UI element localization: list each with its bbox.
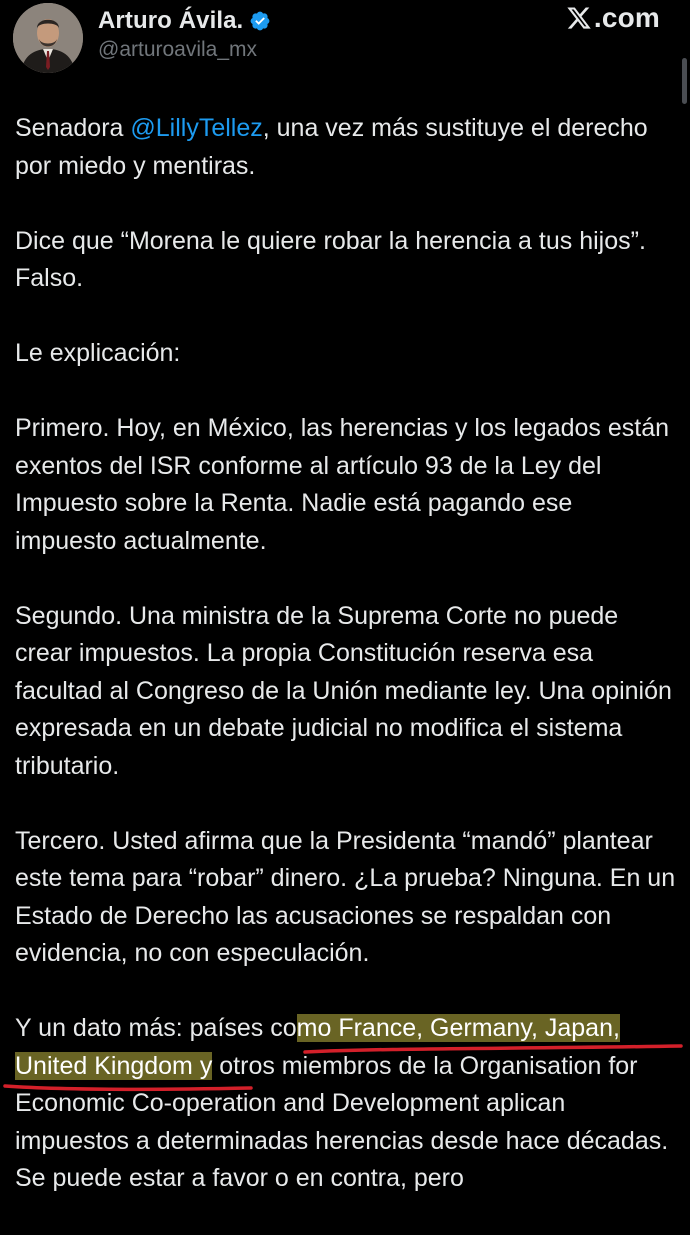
tweet-body: Senadora @LillyTellez, una vez más susti… [3, 110, 683, 1235]
paragraph-intro: Senadora @LillyTellez, una vez más susti… [15, 110, 677, 185]
paragraph-second-point: Segundo. Una ministra de la Suprema Cort… [15, 601, 672, 780]
paragraph-first-point: Primero. Hoy, en México, las herencias y… [15, 414, 670, 555]
scrollbar[interactable] [682, 58, 687, 104]
brand-text: .com [593, 2, 660, 33]
name-row: Arturo Ávila. [98, 7, 271, 35]
paragraph-extra-fact: Y un dato más: países como France, Germa… [3, 1010, 683, 1198]
avatar-photo [13, 3, 83, 73]
display-name[interactable]: Arturo Ávila. [98, 7, 243, 35]
red-underline-annotation [303, 1044, 683, 1054]
paragraph-claim: Dice que “Morena le quiere robar la here… [15, 226, 646, 293]
extra-fact-start: Y un dato más: países co [15, 1014, 297, 1042]
verified-badge-icon [249, 10, 271, 32]
x-logo-icon [566, 5, 592, 31]
paragraph-explanation-heading: Le explicación: [15, 339, 181, 367]
user-handle[interactable]: @arturoavila_mx [98, 38, 257, 62]
brand-watermark: .com [566, 2, 660, 34]
red-underline-annotation [3, 1084, 253, 1092]
mention-link[interactable]: @LillyTellez [130, 114, 262, 142]
paragraph-third-point: Tercero. Usted afirma que la Presidenta … [15, 826, 676, 968]
tweet-header: Arturo Ávila. @arturoavila_mx .com [0, 0, 690, 104]
intro-prefix: Senadora [15, 114, 131, 142]
avatar[interactable] [13, 3, 83, 73]
